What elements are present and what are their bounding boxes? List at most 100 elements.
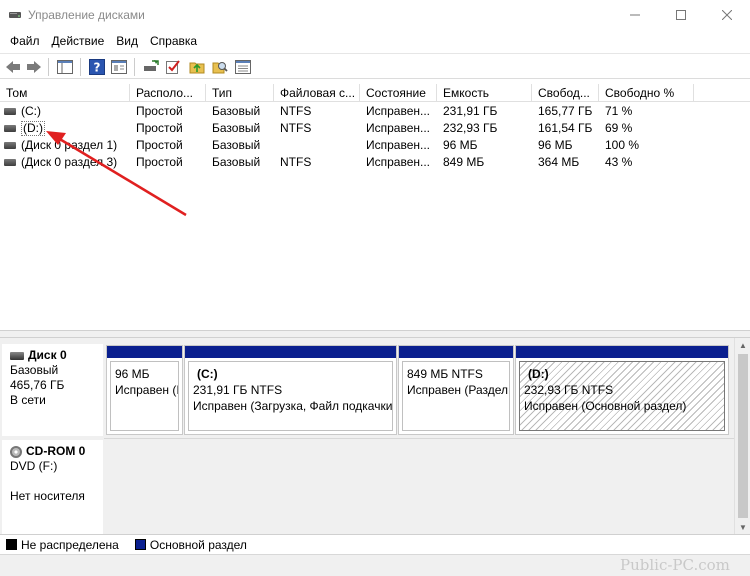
disk-status: Нет носителя — [10, 489, 85, 503]
volume-capacity: 232,93 ГБ — [443, 121, 498, 135]
volume-free-space: 96 МБ — [538, 138, 573, 152]
partition-header — [516, 346, 728, 358]
column-header-free-space[interactable]: Свобод... — [532, 84, 599, 102]
back-icon[interactable] — [4, 58, 22, 76]
properties-icon[interactable] — [110, 58, 128, 76]
title-bar: Управление дисками — [0, 0, 750, 30]
drive-icon — [4, 142, 16, 149]
search-icon[interactable] — [211, 58, 229, 76]
volume-type: Базовый — [212, 155, 261, 169]
volume-filesystem: NTFS — [280, 121, 312, 135]
partition-disk0-3[interactable]: 849 МБ NTFS Исправен (Раздел — [398, 345, 514, 435]
menu-help[interactable]: Справка — [144, 31, 203, 51]
scroll-up-icon[interactable]: ▲ — [735, 338, 750, 352]
drive-icon — [4, 159, 16, 166]
column-header-free-percent[interactable]: Свободно % — [599, 84, 694, 102]
scroll-down-icon[interactable]: ▼ — [735, 520, 750, 534]
table-row[interactable]: (Диск 0 раздел 3) Простой Базовый NTFS И… — [0, 154, 750, 171]
forward-icon[interactable] — [25, 58, 43, 76]
volume-layout: Простой — [136, 121, 183, 135]
folder-up-icon[interactable] — [188, 58, 206, 76]
hard-disk-icon — [10, 351, 24, 360]
volume-layout: Простой — [136, 138, 183, 152]
partition-size: 96 МБ — [115, 367, 150, 381]
connect-disk-icon[interactable] — [142, 58, 160, 76]
column-header-status[interactable]: Состояние — [360, 84, 437, 102]
disk-type: DVD (F:) — [10, 459, 58, 473]
volume-status: Исправен... — [366, 155, 431, 169]
svg-text:?: ? — [94, 61, 101, 75]
column-header-filesystem[interactable]: Файловая с... — [274, 84, 360, 102]
partition-status: Исправен (Раздел — [407, 383, 509, 397]
help-icon[interactable]: ? — [88, 58, 106, 76]
list-view-icon[interactable] — [234, 58, 252, 76]
column-header-type[interactable]: Тип — [206, 84, 274, 102]
partition-c[interactable]: (C:) 231,91 ГБ NTFS Исправен (Загрузка, … — [184, 345, 397, 435]
volume-name: (Диск 0 раздел 3) — [21, 155, 118, 169]
volume-layout: Простой — [136, 155, 183, 169]
table-row[interactable]: (Диск 0 раздел 1) Простой Базовый Исправ… — [0, 137, 750, 154]
volume-free-space: 165,77 ГБ — [538, 104, 593, 118]
column-header-volume[interactable]: Том — [0, 84, 130, 102]
legend-primary-partition: Основной раздел — [134, 537, 247, 552]
volume-status: Исправен... — [366, 138, 431, 152]
volume-filesystem: NTFS — [280, 155, 312, 169]
volume-free-percent: 43 % — [605, 155, 633, 169]
volume-type: Базовый — [212, 138, 261, 152]
volume-status: Исправен... — [366, 121, 431, 135]
partition-size: 231,91 ГБ NTFS — [193, 383, 283, 397]
disk-type: Базовый — [10, 363, 59, 377]
close-button[interactable] — [704, 0, 750, 30]
disk-name: Диск 0 — [28, 348, 67, 362]
menu-bar: Файл Действие Вид Справка — [0, 31, 750, 51]
disk-size: 465,76 ГБ — [10, 378, 65, 392]
toolbar: ? — [0, 53, 750, 79]
volume-name: (D:) — [21, 121, 45, 136]
cdrom-0-label[interactable]: CD-ROM 0 DVD (F:) Нет носителя — [2, 440, 103, 534]
menu-view[interactable]: Вид — [110, 31, 144, 51]
partition-size: 849 МБ NTFS — [407, 367, 483, 381]
vertical-scrollbar[interactable]: ▲ ▼ — [734, 338, 750, 534]
volume-list: Том Располо... Тип Файловая с... Состоян… — [0, 84, 750, 330]
volume-name: (Диск 0 раздел 1) — [21, 138, 118, 152]
partition-header — [399, 346, 513, 358]
volume-type: Базовый — [212, 104, 261, 118]
column-header-capacity[interactable]: Емкость — [437, 84, 532, 102]
toolbar-separator — [80, 58, 81, 76]
scroll-thumb[interactable] — [738, 354, 748, 518]
table-row[interactable]: (D:) Простой Базовый NTFS Исправен... 23… — [0, 120, 750, 137]
legend-swatch — [6, 539, 17, 550]
volume-name: (C:) — [21, 104, 41, 118]
volume-free-percent: 71 % — [605, 104, 633, 118]
partition-name: (C:) — [197, 367, 218, 381]
disk-0-label[interactable]: Диск 0 Базовый 465,76 ГБ В сети — [2, 344, 103, 436]
maximize-button[interactable] — [658, 0, 704, 30]
check-icon[interactable] — [164, 58, 182, 76]
legend-label: Основной раздел — [149, 537, 247, 552]
toolbar-separator — [134, 58, 135, 76]
volume-free-space: 364 МБ — [538, 155, 580, 169]
legend: Не распределена Основной раздел — [0, 534, 750, 554]
partition-disk0-1[interactable]: 96 МБ Исправен (I — [106, 345, 183, 435]
volume-status: Исправен... — [366, 104, 431, 118]
partition-header — [185, 346, 396, 358]
disk-graphical-view: Диск 0 Базовый 465,76 ГБ В сети 96 МБ Ис… — [0, 338, 750, 534]
volume-filesystem: NTFS — [280, 104, 312, 118]
partition-status: Исправен (Основной раздел) — [524, 399, 687, 413]
partition-status: Исправен (I — [115, 383, 179, 397]
table-row[interactable]: (C:) Простой Базовый NTFS Исправен... 23… — [0, 103, 750, 120]
disk-status: В сети — [10, 393, 46, 407]
cd-rom-icon — [10, 445, 22, 458]
minimize-button[interactable] — [612, 0, 658, 30]
menu-action[interactable]: Действие — [46, 31, 111, 51]
disk-management-app-icon — [8, 8, 22, 22]
window-title: Управление дисками — [28, 8, 145, 22]
volume-capacity: 849 МБ — [443, 155, 485, 169]
volume-capacity: 231,91 ГБ — [443, 104, 498, 118]
column-header-layout[interactable]: Располо... — [130, 84, 206, 102]
menu-file[interactable]: Файл — [4, 31, 46, 51]
pane-splitter[interactable] — [0, 330, 750, 338]
table-header: Том Располо... Тип Файловая с... Состоян… — [0, 84, 750, 102]
partition-d[interactable]: (D:) 232,93 ГБ NTFS Исправен (Основной р… — [515, 345, 729, 435]
console-tree-icon[interactable] — [56, 58, 74, 76]
